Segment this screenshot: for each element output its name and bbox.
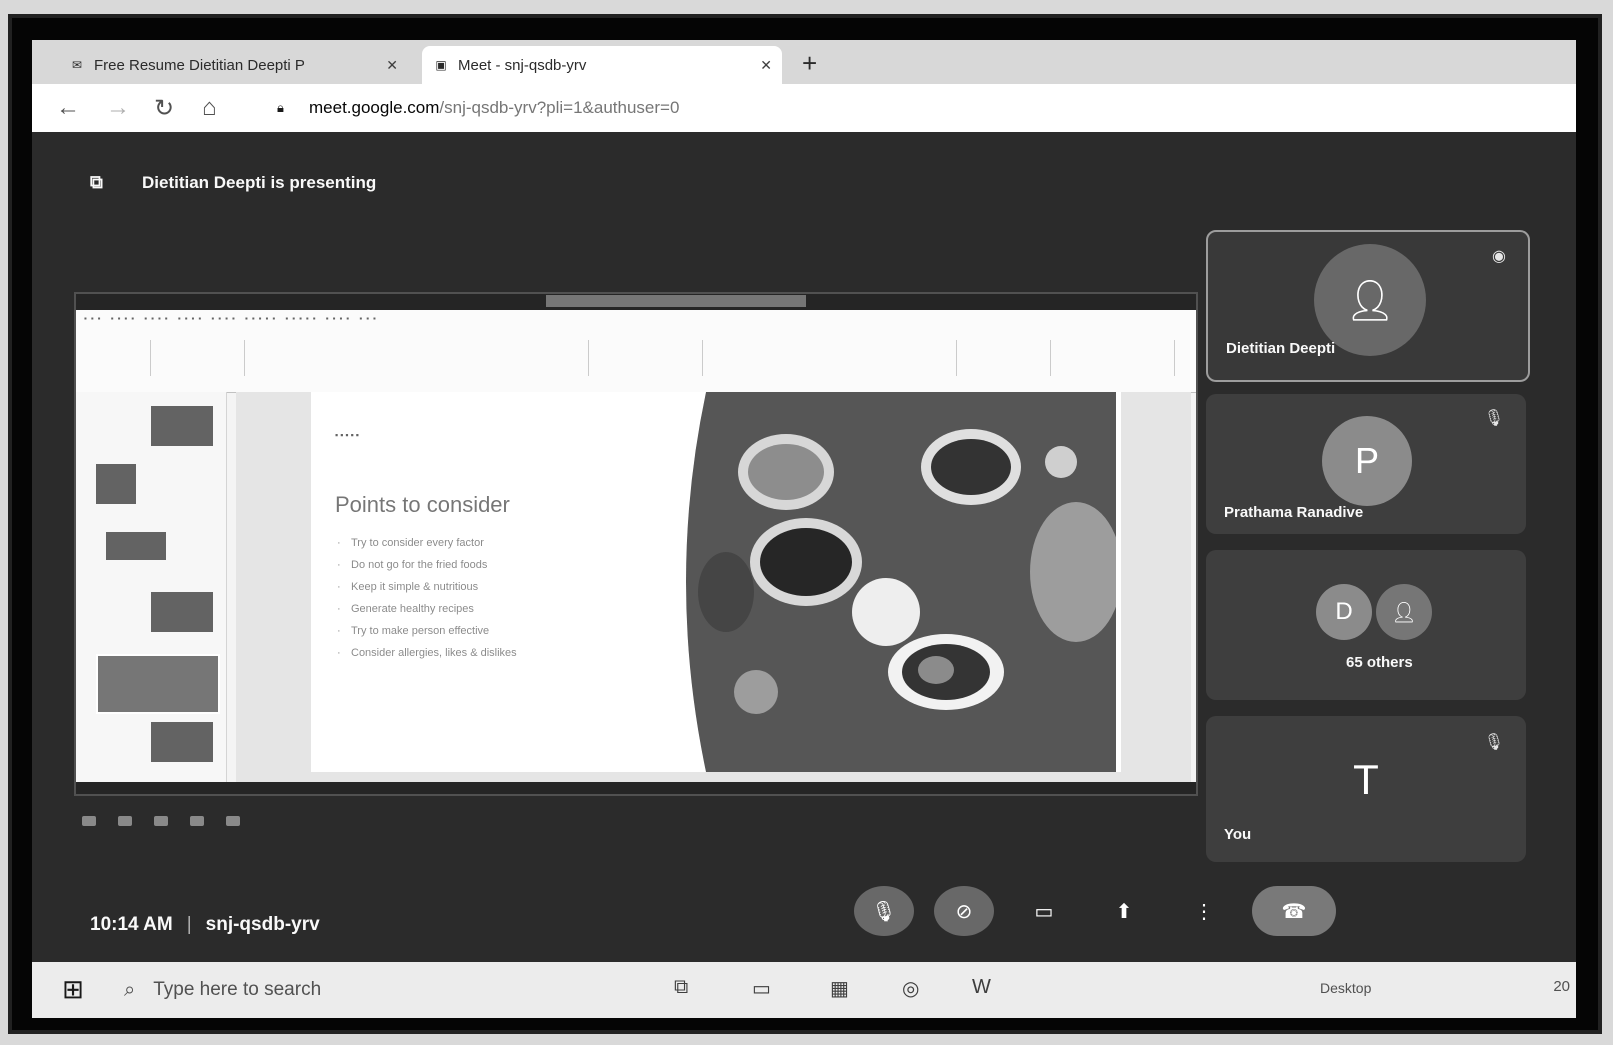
toolbar-icon[interactable] [226, 816, 240, 826]
toolbar-icon[interactable] [82, 816, 96, 826]
app-icon[interactable]: ▦ [830, 976, 849, 1001]
slide-canvas: ▪▪▪▪▪ Points to consider Try to consider… [236, 392, 1191, 782]
slide-bullet: Consider allergies, likes & dislikes [337, 642, 517, 664]
taskbar-clock[interactable]: 20 [1553, 978, 1570, 995]
word-icon[interactable]: W [972, 976, 991, 999]
participant-tile-others[interactable]: D 👤︎ 65 others [1206, 550, 1526, 700]
ppt-menu: ▪▪▪ ▪▪▪▪ ▪▪▪▪ ▪▪▪▪ ▪▪▪▪ ▪▪▪▪▪ ▪▪▪▪▪ ▪▪▪▪… [84, 314, 380, 323]
forward-icon[interactable]: → [106, 94, 130, 122]
participant-name: You [1224, 826, 1252, 843]
slide-bullet: Try to consider every factor [337, 532, 517, 554]
tab-meet[interactable]: ▣ Meet - snj-qsdb-yrv ✕ [422, 46, 782, 84]
slide-thumb[interactable] [151, 406, 213, 446]
desktop-toolbar-label[interactable]: Desktop [1320, 980, 1371, 996]
file-explorer-icon[interactable]: ▭ [752, 976, 771, 1001]
hang-up-icon: ☎ [1281, 900, 1307, 923]
tab-resume-label: Free Resume Dietitian Deepti P [94, 56, 305, 74]
os-taskbar: ⊞ ⌕ Type here to search ⧉ ▭ ▦ ◎ W Deskto… [32, 962, 1576, 1018]
more-options-button[interactable]: ⋮ [1174, 886, 1234, 936]
present-icon: ⧉ [90, 172, 103, 192]
toolbar-icon[interactable] [154, 816, 168, 826]
slide: ▪▪▪▪▪ Points to consider Try to consider… [311, 392, 1121, 772]
windows-start-icon[interactable]: ⊞ [56, 974, 90, 1006]
presenting-banner: ⧉ Dietitian Deepti is presenting [90, 172, 376, 193]
mic-off-icon: 🎙︎ [1483, 410, 1504, 427]
food-photo [686, 392, 1116, 772]
slide-logo: ▪▪▪▪▪ [335, 430, 361, 440]
avatar: T [1353, 756, 1379, 803]
captions-button[interactable]: ▭ [1014, 886, 1074, 936]
url-field[interactable]: 🔒︎ meet.google.com /snj-qsdb-yrv?pli=1&a… [277, 92, 1547, 124]
browser-tab-bar: ✉ Free Resume Dietitian Deepti P ✕ ▣ Mee… [32, 40, 1576, 84]
present-button[interactable]: ⬆ [1094, 886, 1154, 936]
slide-bullets: Try to consider every factor Do not go f… [335, 532, 517, 664]
meeting-info: 10:14 AM | snj-qsdb-yrv [90, 914, 320, 936]
participant-tile-self[interactable]: 🎙︎ T You [1206, 716, 1526, 862]
participant-name: Prathama Ranadive [1224, 504, 1364, 521]
toolbar-icon[interactable] [190, 816, 204, 826]
participant-tile[interactable]: 🎙︎ P Prathama Ranadive [1206, 394, 1526, 534]
slide-bullet: Generate healthy recipes [337, 598, 517, 620]
taskbar-search-placeholder: Type here to search [153, 979, 322, 1000]
url-path: /snj-qsdb-yrv?pli=1&authuser=0 [439, 98, 680, 117]
participant-name: Dietitian Deepti [1226, 340, 1336, 357]
slide-title: Points to consider [335, 492, 510, 517]
mic-off-icon: 🎙︎ [871, 900, 897, 923]
new-tab-button[interactable]: + [802, 48, 817, 79]
separator: | [186, 914, 192, 935]
slide-thumb[interactable] [151, 722, 213, 762]
search-icon: ⌕ [124, 978, 136, 1001]
mic-toggle-button[interactable]: 🎙︎ [854, 886, 914, 936]
monitor-frame: ✉ Free Resume Dietitian Deepti P ✕ ▣ Mee… [8, 14, 1602, 1034]
avatar: 👤︎ [1376, 584, 1432, 640]
address-bar: ← → ↻ ⌂ 🔒︎ meet.google.com /snj-qsdb-yrv… [32, 84, 1576, 132]
speaking-icon: ◉ [1492, 248, 1506, 265]
participant-tile-presenter[interactable]: 👤︎ ◉ Dietitian Deepti [1206, 230, 1530, 382]
avatar: D [1316, 584, 1372, 640]
slide-thumb[interactable] [151, 592, 213, 632]
close-icon[interactable]: ✕ [386, 57, 398, 74]
ppt-status-bar [76, 782, 1196, 794]
slide-thumbnails [76, 392, 227, 782]
captions-icon: ▭ [1034, 900, 1054, 923]
slide-thumb[interactable] [96, 464, 136, 504]
home-icon[interactable]: ⌂ [202, 94, 217, 122]
mail-icon: ✉ [71, 58, 83, 72]
mic-off-icon: 🎙︎ [1483, 734, 1504, 751]
reload-icon[interactable]: ↻ [154, 94, 174, 123]
taskbar-search[interactable]: ⌕ Type here to search [110, 970, 580, 1010]
presenting-text: Dietitian Deepti is presenting [142, 172, 377, 192]
task-view-icon[interactable]: ⧉ [674, 976, 688, 999]
slide-bullet: Keep it simple & nutritious [337, 576, 517, 598]
tab-resume[interactable]: ✉ Free Resume Dietitian Deepti P ✕ [58, 46, 408, 84]
meet-stage: ⧉ Dietitian Deepti is presenting ▪▪▪ ▪▪▪… [32, 132, 1576, 962]
close-icon[interactable]: ✕ [760, 57, 772, 74]
leave-call-button[interactable]: ☎ [1252, 886, 1336, 936]
camera-toggle-button[interactable]: ⊘ [934, 886, 994, 936]
camera-off-icon: ⊘ [955, 900, 973, 923]
slide-thumb[interactable] [106, 532, 166, 560]
ppt-ribbon: ▪▪▪ ▪▪▪▪ ▪▪▪▪ ▪▪▪▪ ▪▪▪▪ ▪▪▪▪▪ ▪▪▪▪▪ ▪▪▪▪… [76, 310, 1196, 393]
slide-thumb-selected[interactable] [96, 654, 220, 714]
back-icon[interactable]: ← [56, 94, 80, 122]
present-icon: ⬆ [1115, 900, 1133, 923]
avatar: P [1322, 416, 1412, 506]
meeting-code: snj-qsdb-yrv [205, 914, 320, 935]
chrome-icon[interactable]: ◎ [902, 976, 919, 1001]
screen: ✉ Free Resume Dietitian Deepti P ✕ ▣ Mee… [32, 40, 1576, 1018]
tab-meet-label: Meet - snj-qsdb-yrv [458, 56, 587, 74]
url-host: meet.google.com [309, 98, 440, 117]
meeting-time: 10:14 AM [90, 914, 173, 935]
shared-screen: ▪▪▪ ▪▪▪▪ ▪▪▪▪ ▪▪▪▪ ▪▪▪▪ ▪▪▪▪▪ ▪▪▪▪▪ ▪▪▪▪… [74, 292, 1198, 796]
slide-bullet: Do not go for the fried foods [337, 554, 517, 576]
presenter-toolbar [82, 816, 240, 826]
ppt-title-bar [76, 294, 1196, 310]
lock-icon: 🔒︎ [277, 100, 284, 115]
meet-icon: ▣ [435, 58, 447, 72]
more-vert-icon: ⋮ [1194, 900, 1214, 923]
slide-bullet: Try to make person effective [337, 620, 517, 642]
toolbar-icon[interactable] [118, 816, 132, 826]
participant-name: 65 others [1346, 654, 1413, 671]
